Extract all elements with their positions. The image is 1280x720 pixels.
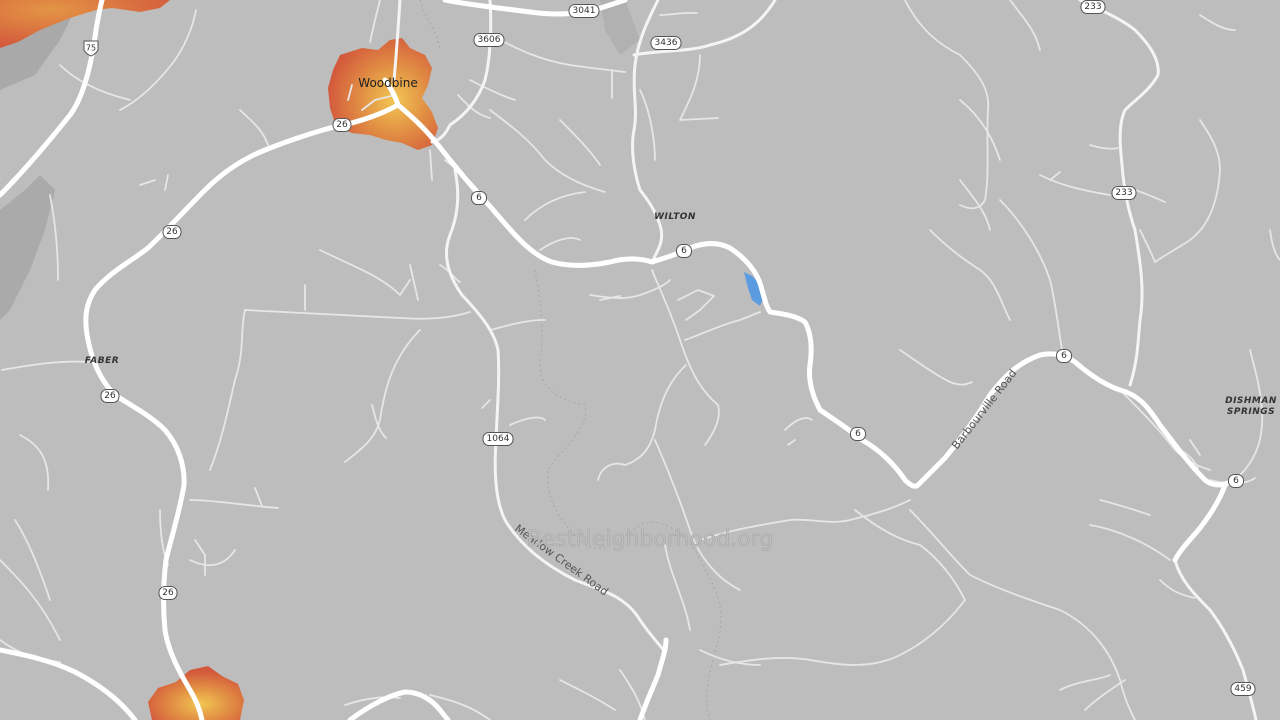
road-south [637,637,669,720]
route-shield-6: 6 [1228,474,1244,488]
svg-text:75: 75 [86,44,96,53]
svg-text:233: 233 [1084,2,1101,12]
route-shield-233: 233 [1111,186,1137,200]
map-canvas: 75 3041 3606 3436 233 233 26 26 26 26 6 … [0,0,1280,720]
minor-roads [0,0,1280,720]
svg-text:26: 26 [162,588,174,598]
svg-text:459: 459 [1234,684,1251,694]
major-roads [0,0,1238,720]
terrain-shade [0,175,55,320]
watermark: BestNeighborhood.org [527,527,774,552]
svg-text:3436: 3436 [655,38,678,48]
route-shield-3436: 3436 [650,36,682,50]
road-6-south [1172,482,1228,563]
route-shield-i75: 75 [83,40,99,57]
route-shield-3041: 3041 [568,4,600,18]
map-view[interactable]: 75 3041 3606 3436 233 233 26 26 26 26 6 … [0,0,1280,720]
place-label-faber[interactable]: FABER [85,356,119,366]
svg-text:233: 233 [1115,188,1132,198]
heatmap-south [148,666,244,720]
heatmap-woodbine [328,38,438,150]
secondary-roads [392,0,1258,720]
road-label-barbourville: Barbourville Road [949,367,1019,452]
svg-text:6: 6 [855,429,861,439]
road-26 [83,102,401,720]
svg-text:6: 6 [681,246,687,256]
route-shield-26: 26 [100,389,120,403]
road-6 [395,102,1238,489]
trail [419,0,441,51]
route-shield-6: 6 [471,191,487,205]
place-label-dishman-springs[interactable]: SPRINGS [1227,407,1275,417]
route-shield-26: 26 [332,118,352,132]
route-shield-233: 233 [1080,0,1106,14]
svg-text:1064: 1064 [487,434,510,444]
route-shield-6: 6 [676,244,692,258]
svg-text:6: 6 [1061,351,1067,361]
svg-text:6: 6 [476,193,482,203]
route-shield-1064: 1064 [482,432,514,446]
route-shield-459: 459 [1230,682,1256,696]
route-shield-3606: 3606 [473,33,505,47]
place-label-dishman-springs[interactable]: DISHMAN [1225,396,1277,406]
place-label-wilton[interactable]: WILTON [654,212,696,222]
route-shield-6: 6 [1056,349,1072,363]
svg-text:3041: 3041 [573,6,596,16]
route-shield-26: 26 [162,225,182,239]
route-shield-26: 26 [158,586,178,600]
place-label-woodbine[interactable]: Woodbine [358,76,417,90]
road-south [0,647,138,720]
route-shield-6: 6 [850,427,866,441]
svg-text:26: 26 [104,391,116,401]
svg-text:26: 26 [336,120,348,130]
svg-text:26: 26 [166,227,178,237]
svg-text:3606: 3606 [478,35,501,45]
svg-text:6: 6 [1233,476,1239,486]
